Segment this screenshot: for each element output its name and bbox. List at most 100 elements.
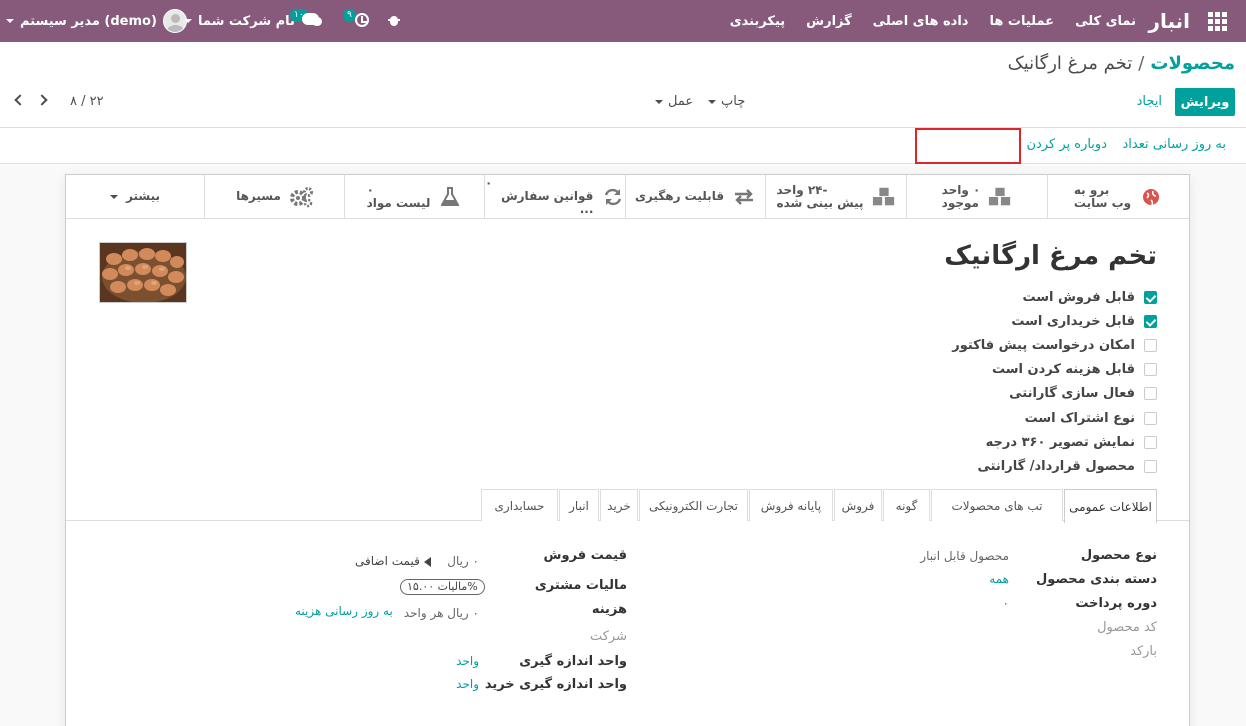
extra-price-button[interactable]: قیمت اضافی (355, 554, 431, 568)
refresh-icon (601, 185, 625, 209)
forecasted-label: پیش بینی شده (776, 195, 864, 210)
checkbox-label: قابل هزینه کردن است (991, 362, 1135, 378)
user-menu[interactable]: مدیر سیستم (demo) (6, 0, 187, 42)
breadcrumb: محصولات/تخم مرغ ارگانیک (1008, 53, 1235, 74)
print-caret-icon (708, 99, 716, 104)
debug-bug-icon[interactable] (388, 13, 400, 27)
update-cost-link[interactable]: به روز رسانی هزینه (295, 604, 393, 618)
checkbox-label: قابل فروش است (1022, 289, 1135, 305)
checkbox-unchecked-icon[interactable] (1144, 338, 1157, 352)
tab-general-information[interactable]: اطلاعات عمومی (1064, 489, 1157, 523)
action-label: عمل (668, 94, 694, 109)
smart-button-bom[interactable]: ۰ لیست مواد (344, 175, 484, 218)
bom-value: ۰ (366, 182, 374, 197)
action-dropdown[interactable]: عمل (655, 94, 693, 109)
field-value-purchase-uom[interactable]: واحد (456, 677, 479, 691)
tab-accounting[interactable]: حسابداری (481, 489, 558, 521)
notebook-tabs: اطلاعات عمومی تب های محصولات گونه فروش پ… (66, 487, 1189, 523)
cogs-icon (289, 185, 313, 209)
field-value-cost[interactable]: ۰ ریال هر واحد (404, 606, 479, 620)
action-caret-icon (655, 99, 663, 104)
checkbox-unchecked-icon[interactable] (1144, 363, 1157, 377)
tab-ecommerce[interactable]: تجارت الکترونیکی (639, 489, 748, 521)
checkbox-unchecked-icon[interactable] (1144, 459, 1157, 473)
smart-button-reordering-rules[interactable]: ۰ قوانین سفارش ... (484, 175, 625, 218)
replenish-highlight-box (915, 128, 1021, 164)
breadcrumb-current: تخم مرغ ارگانیک (1007, 53, 1133, 74)
more-label: بیشتر (126, 189, 160, 203)
menu-item-master-data[interactable]: داده های اصلی (873, 14, 969, 29)
pager-next-icon[interactable] (36, 94, 48, 106)
company-caret-icon (184, 19, 192, 23)
field-label-customer-tax: مالیات مشتری (534, 578, 627, 593)
activity-menu[interactable]: ۹ (343, 9, 373, 31)
messaging-menu[interactable]: ۱۰ (290, 9, 324, 31)
customer-tax-tag[interactable]: مالیات ۱۵.۰۰% (400, 579, 485, 595)
clock-icon (355, 13, 369, 27)
field-value-category[interactable]: همه (989, 572, 1009, 586)
checkbox-warranty[interactable]: فعال سازی گارانتی (937, 382, 1157, 406)
tab-product-tabs[interactable]: تب های محصولات (931, 489, 1063, 521)
arrow-left-icon (423, 556, 431, 567)
menu-item-reporting[interactable]: گزارش (806, 14, 852, 29)
checkbox-label: فعال سازی گارانتی (1009, 386, 1135, 402)
on-hand-value: ۰ واحد (941, 182, 981, 197)
checkbox-can-be-sold[interactable]: قابل فروش است (937, 285, 1157, 309)
smart-button-more[interactable]: بیشتر (66, 175, 204, 218)
main-menu: نمای کلی عملیات ها داده های اصلی گزارش پ… (730, 0, 1136, 42)
menu-item-configuration[interactable]: پیکربندی (730, 14, 785, 29)
checkbox-label: نمایش تصویر ۳۶۰ درجه (985, 434, 1135, 450)
update-quantity-button[interactable]: به روز رسانی تعداد (1122, 137, 1226, 152)
product-image[interactable] (99, 242, 187, 303)
pager-previous-icon[interactable] (14, 94, 26, 106)
checkbox-contract-warranty[interactable]: محصول قرارداد/ گارانتی (937, 454, 1157, 478)
field-value-uom[interactable]: واحد (456, 654, 479, 668)
product-title[interactable]: تخم مرغ ارگانیک (944, 241, 1157, 271)
more-caret-icon (110, 194, 119, 199)
field-label-product-code: کد محصول (1097, 620, 1157, 635)
tab-point-of-sale[interactable]: پایانه فروش (749, 489, 833, 521)
cubes-icon (872, 185, 896, 209)
checkbox-can-be-purchased[interactable]: قابل خریداری است (937, 309, 1157, 333)
app-brand[interactable]: انبار (1148, 0, 1190, 42)
checkbox-checked-icon[interactable] (1144, 290, 1157, 304)
checkbox-unchecked-icon[interactable] (1144, 387, 1157, 401)
smart-button-routes[interactable]: مسیرها (204, 175, 344, 218)
checkbox-can-be-expensed[interactable]: قابل هزینه کردن است (937, 358, 1157, 382)
field-label-uom: واحد اندازه گیری (519, 654, 627, 669)
create-button[interactable]: ایجاد (1137, 88, 1162, 116)
flask-icon (438, 185, 462, 209)
apps-menu-icon[interactable] (1200, 0, 1234, 42)
edit-button[interactable]: ویرایش (1175, 88, 1235, 116)
replenish-button[interactable]: دوباره پر کردن (1027, 137, 1108, 152)
field-value-product-type[interactable]: محصول قابل انبار (920, 549, 1009, 563)
statusbar: به روز رسانی تعداد دوباره پر کردن (0, 128, 1246, 164)
checkbox-unchecked-icon[interactable] (1144, 435, 1157, 449)
field-value-sale-price[interactable]: ۰ ریال (447, 554, 479, 568)
tab-inventory[interactable]: انبار (559, 489, 599, 521)
checkbox-quotation-request[interactable]: امکان درخواست پیش فاکتور (937, 333, 1157, 357)
field-label-barcode: بارکد (1130, 644, 1157, 659)
smart-button-traceability[interactable]: قابلیت رهگیری (625, 175, 765, 218)
smart-button-website[interactable]: برو به وب سایت (1047, 175, 1189, 218)
menu-item-operations[interactable]: عملیات ها (989, 14, 1054, 29)
checkbox-360-view[interactable]: نمایش تصویر ۳۶۰ درجه (937, 430, 1157, 454)
pager-value[interactable]: ۸ / ۲۲ (70, 94, 104, 109)
checkbox-subscription[interactable]: نوع اشتراک است (937, 406, 1157, 430)
print-dropdown[interactable]: چاپ (708, 94, 745, 109)
checkbox-checked-icon[interactable] (1144, 314, 1157, 328)
tab-purchase[interactable]: خرید (600, 489, 638, 521)
cubes-icon (988, 185, 1012, 209)
smart-button-forecasted[interactable]: -۲۴ واحد پیش بینی شده (765, 175, 906, 218)
product-form-sheet: برو به وب سایت ۰ واحد موجود -۲۴ واحد پیش بی… (65, 174, 1190, 726)
smart-button-on-hand[interactable]: ۰ واحد موجود (906, 175, 1047, 218)
company-switcher[interactable]: نام شرکت شما (184, 0, 295, 42)
tab-variants[interactable]: گونه (883, 489, 930, 521)
user-caret-icon (6, 19, 14, 23)
field-value-payment-period[interactable]: ۰ (1003, 596, 1009, 610)
tab-sales[interactable]: فروش (834, 489, 882, 521)
checkbox-unchecked-icon[interactable] (1144, 411, 1157, 425)
menu-item-overview[interactable]: نمای کلی (1075, 14, 1136, 29)
breadcrumb-parent[interactable]: محصولات (1150, 53, 1235, 74)
routes-label: مسیرها (236, 189, 281, 203)
